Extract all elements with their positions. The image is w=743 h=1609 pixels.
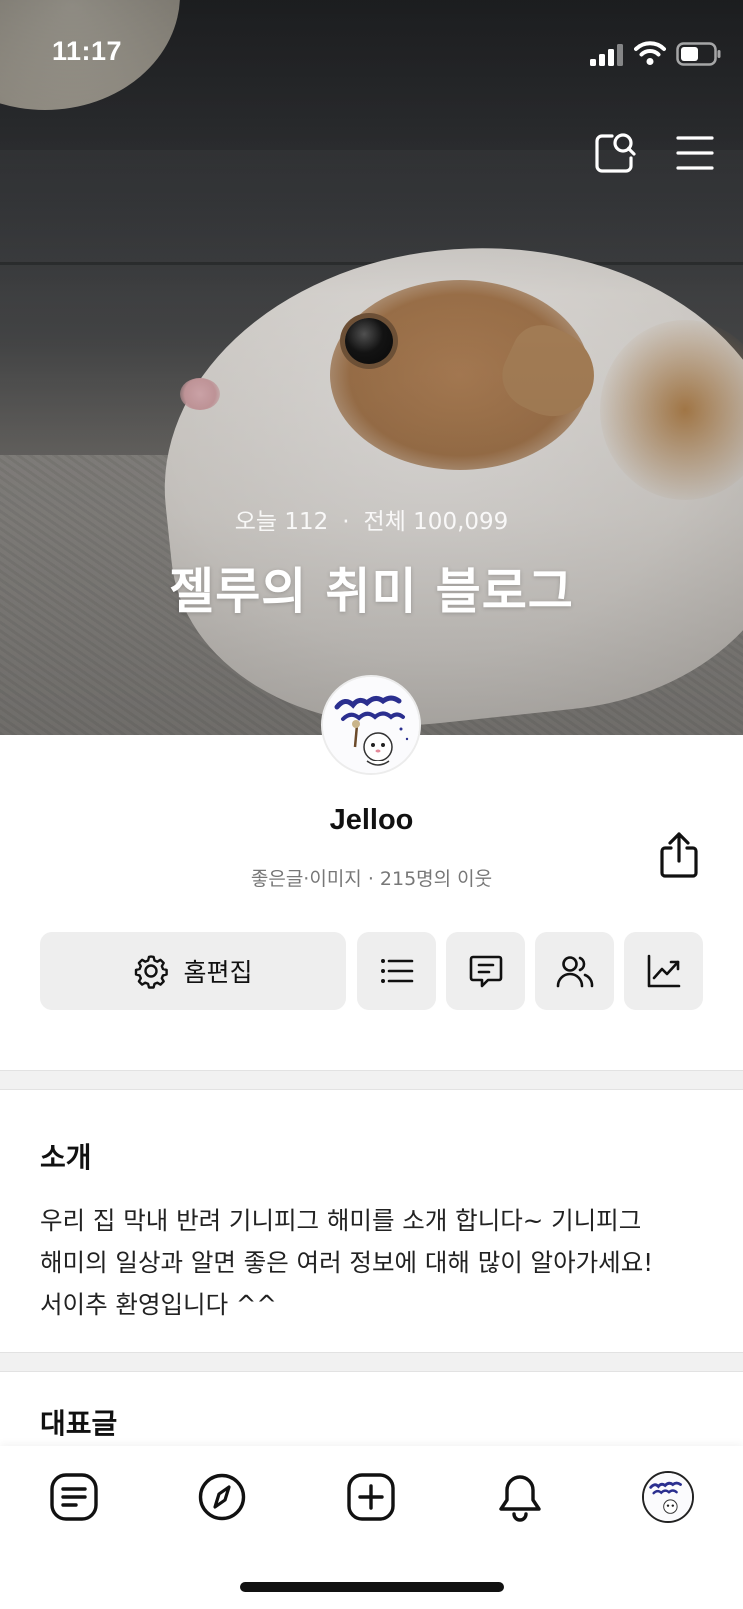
bell-icon: [499, 1475, 541, 1522]
comment-icon: [469, 955, 502, 988]
profile-avatar: [644, 1473, 692, 1521]
plus-square-icon: [347, 1473, 395, 1521]
wifi-icon: [634, 41, 666, 65]
neighbors-button[interactable]: [535, 932, 614, 1010]
nav-explore[interactable]: [196, 1471, 248, 1523]
cover-shade: [0, 0, 743, 735]
neighbors-icon: [556, 956, 593, 988]
hamburger-menu-icon[interactable]: [670, 128, 720, 178]
nav-write[interactable]: [345, 1471, 397, 1523]
stats-separator: ·: [342, 509, 350, 535]
compass-icon: [198, 1473, 246, 1521]
list-icon: [380, 959, 413, 983]
total-visitors: 전체 100,099: [363, 509, 509, 535]
home-edit-button[interactable]: 홈편집: [40, 932, 346, 1010]
nav-posts[interactable]: [48, 1471, 100, 1523]
gear-icon: [135, 955, 169, 989]
featured-posts-heading: 대표글: [40, 1407, 118, 1440]
blog-owner-name: Jelloo: [329, 804, 414, 836]
blog-title: 젤루의 취미 블로그: [169, 563, 574, 620]
stats-chart-icon: [647, 954, 680, 988]
battery-icon: [676, 42, 721, 66]
post-list-button[interactable]: [357, 932, 436, 1010]
home-edit-label: 홈편집: [183, 958, 253, 987]
cellular-signal-icon: [590, 44, 623, 66]
nav-notifications[interactable]: [494, 1471, 546, 1523]
section-divider: [0, 1070, 743, 1090]
status-bar: 11:17: [0, 0, 743, 100]
section-divider: [0, 1352, 743, 1372]
blog-meta: 좋은글·이미지 · 215명의 이웃: [250, 868, 493, 890]
status-time: 11:17: [52, 36, 123, 66]
avatar-drawing: [323, 677, 419, 773]
statistics-button[interactable]: [624, 932, 703, 1010]
profile-avatar[interactable]: [321, 675, 421, 775]
intro-heading: 소개: [40, 1141, 92, 1174]
intro-text: 우리 집 막내 반려 기니피그 해미를 소개 합니다~ 기니피그 해미의 일상과…: [40, 1206, 654, 1319]
hero-cover-image: [0, 0, 743, 735]
comment-button[interactable]: [446, 932, 525, 1010]
blog-search-icon[interactable]: [590, 128, 640, 178]
today-visitors: 오늘 112: [234, 509, 329, 535]
visitor-stats: 오늘 112 · 전체 100,099: [0, 502, 743, 536]
home-indicator: [240, 1582, 504, 1592]
posts-icon: [50, 1473, 98, 1521]
nav-my-profile[interactable]: [642, 1471, 694, 1523]
share-icon[interactable]: [656, 830, 702, 880]
